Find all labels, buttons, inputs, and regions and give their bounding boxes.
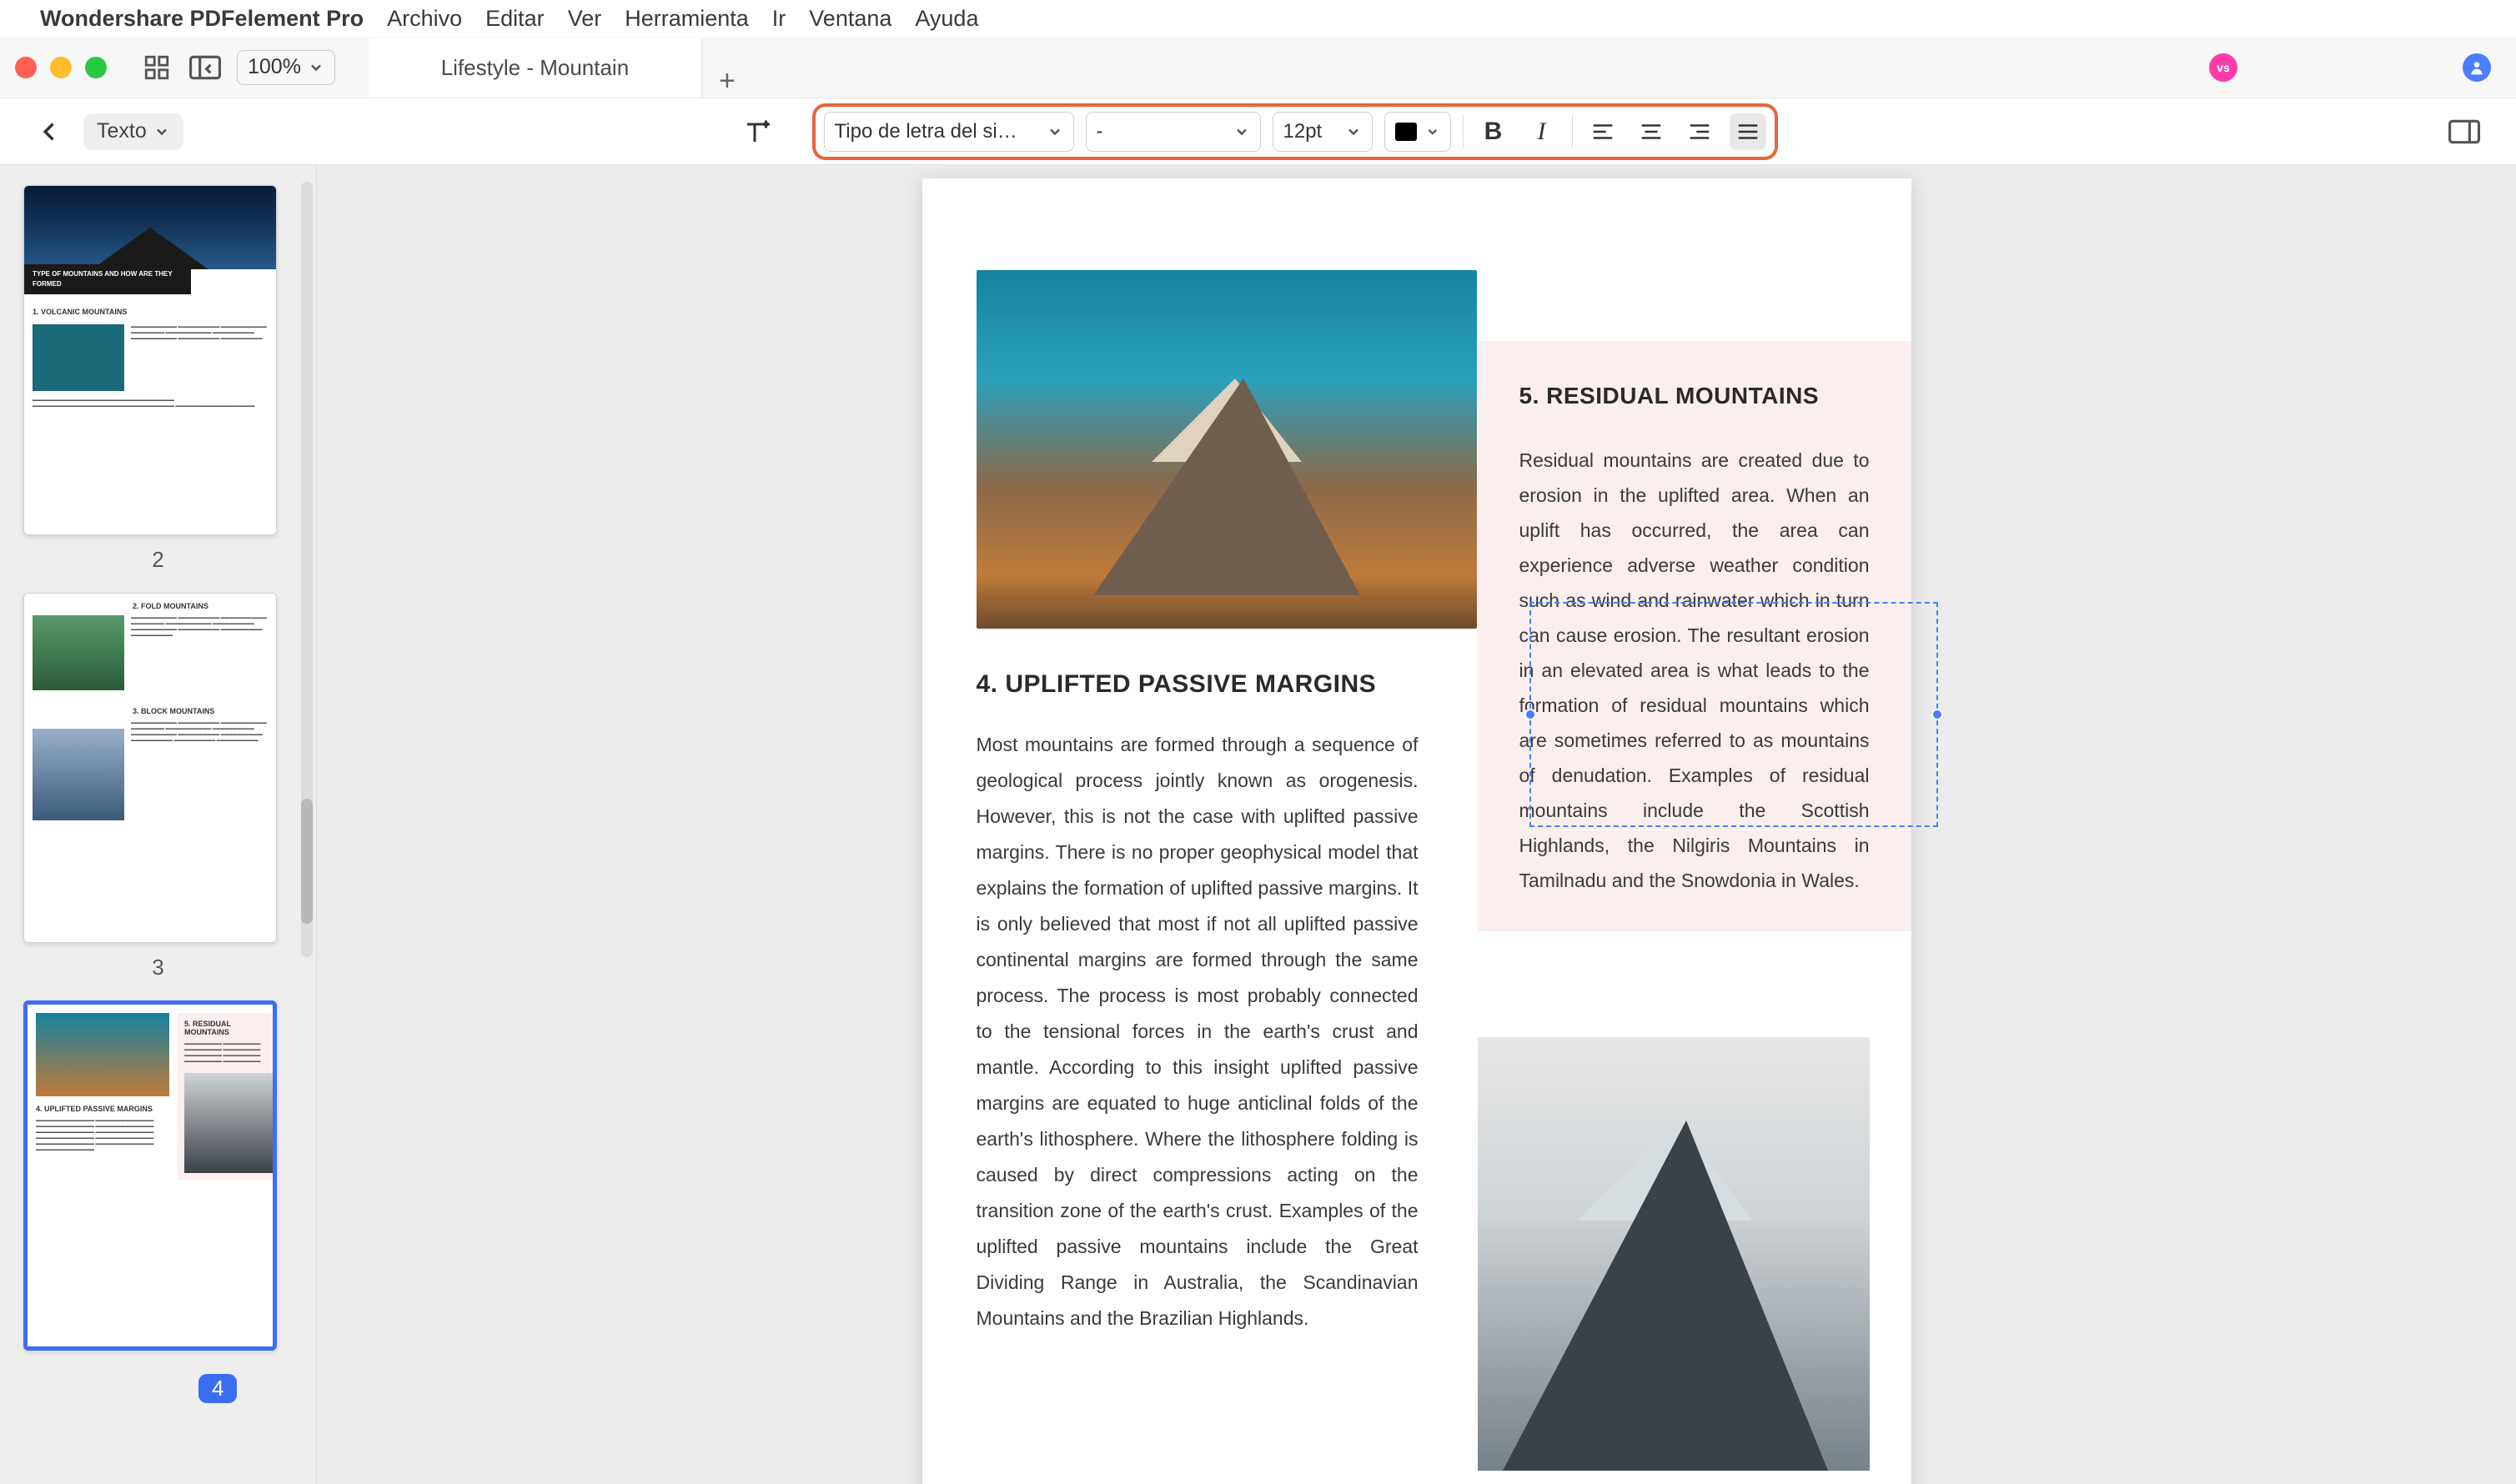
- thumb4-number: 4: [23, 1362, 293, 1403]
- document-tab[interactable]: Lifestyle - Mountain: [369, 38, 702, 98]
- thumb3-number: 3: [23, 955, 293, 980]
- section-4-body[interactable]: Most mountains are formed through a sequ…: [977, 727, 1419, 1336]
- menu-archivo[interactable]: Archivo: [387, 6, 462, 32]
- thumbnails-sidebar[interactable]: TYPE OF MOUNTAINS AND HOW ARE THEY FORME…: [0, 165, 317, 1484]
- menu-ayuda[interactable]: Ayuda: [915, 6, 978, 32]
- menu-ver[interactable]: Ver: [568, 6, 602, 32]
- font-color-swatch: [1395, 123, 1417, 141]
- edit-mode-label: Texto: [97, 119, 147, 143]
- menu-editar[interactable]: Editar: [485, 6, 545, 32]
- align-center-button[interactable]: [1633, 113, 1670, 150]
- window-titlebar: 100% Lifestyle - Mountain + vs: [0, 37, 2516, 98]
- font-size-dropdown[interactable]: 12pt: [1273, 112, 1373, 152]
- font-family-dropdown[interactable]: Tipo de letra del sist…: [824, 112, 1074, 152]
- document-canvas[interactable]: 4. UPLIFTED PASSIVE MARGINS Most mountai…: [317, 165, 2516, 1484]
- sidebar-scrollbar-thumb[interactable]: [301, 799, 313, 924]
- thumb2-banner: TYPE OF MOUNTAINS AND HOW ARE THEY FORME…: [24, 264, 191, 294]
- thumbnails-grid-icon[interactable]: [140, 53, 173, 82]
- app-name[interactable]: Wondershare PDFelement Pro: [40, 6, 364, 32]
- thumb2-number: 2: [23, 547, 293, 573]
- section-5-image: [1478, 1037, 1870, 1471]
- text-selection-box[interactable]: [1529, 602, 1938, 827]
- thumb4-section2: 5. RESIDUAL MOUNTAINS: [184, 1020, 271, 1036]
- font-style-dropdown[interactable]: -: [1086, 112, 1261, 152]
- sidebar-toggle-icon[interactable]: [188, 53, 222, 82]
- account-avatar-icon[interactable]: [2463, 53, 2491, 82]
- back-button[interactable]: [33, 115, 67, 148]
- font-family-value: Tipo de letra del sist…: [835, 120, 1027, 143]
- edit-mode-dropdown[interactable]: Texto: [83, 113, 183, 150]
- align-justify-button[interactable]: [1730, 113, 1766, 150]
- align-left-button[interactable]: [1584, 113, 1621, 150]
- zoom-level-dropdown[interactable]: 100%: [237, 50, 335, 85]
- promo-badge-icon[interactable]: vs: [2209, 53, 2237, 82]
- edit-toolbar: Texto Tipo de letra del sist… - 12pt: [0, 98, 2516, 165]
- selection-handle-right[interactable]: [1931, 709, 1943, 720]
- editor-body: TYPE OF MOUNTAINS AND HOW ARE THEY FORME…: [0, 165, 2516, 1484]
- new-tab-button[interactable]: +: [702, 65, 752, 98]
- zoom-value: 100%: [248, 55, 301, 79]
- zoom-window-button[interactable]: [85, 57, 107, 78]
- bold-button[interactable]: B: [1475, 113, 1512, 150]
- tab-title: Lifestyle - Mountain: [441, 55, 629, 81]
- page-thumbnail-4[interactable]: 4. UPLIFTED PASSIVE MARGINS ▬▬▬▬▬▬▬▬▬▬▬▬…: [23, 1000, 277, 1351]
- thumb3-section2: 3. BLOCK MOUNTAINS: [133, 707, 268, 715]
- menu-ir[interactable]: Ir: [772, 6, 786, 32]
- menu-herramienta[interactable]: Herramienta: [625, 6, 749, 32]
- menu-ventana[interactable]: Ventana: [809, 6, 891, 32]
- divider: [1463, 115, 1464, 148]
- font-color-dropdown[interactable]: [1384, 112, 1451, 152]
- thumb3-section1: 2. FOLD MOUNTAINS: [133, 602, 268, 610]
- divider: [1572, 115, 1573, 148]
- properties-panel-toggle-icon[interactable]: [2446, 113, 2483, 150]
- add-text-icon[interactable]: [739, 113, 776, 150]
- macos-menubar: Wondershare PDFelement Pro Archivo Edita…: [0, 0, 2516, 37]
- page-4[interactable]: 4. UPLIFTED PASSIVE MARGINS Most mountai…: [922, 178, 1911, 1484]
- hero-image: [977, 270, 1477, 629]
- italic-button[interactable]: I: [1524, 113, 1560, 150]
- section-4-heading[interactable]: 4. UPLIFTED PASSIVE MARGINS: [977, 670, 1419, 699]
- close-window-button[interactable]: [15, 57, 37, 78]
- section-5-heading[interactable]: 5. RESIDUAL MOUNTAINS: [1519, 383, 1870, 409]
- thumb4-section1: 4. UPLIFTED PASSIVE MARGINS: [36, 1105, 169, 1113]
- minimize-window-button[interactable]: [50, 57, 72, 78]
- page-thumbnail-2[interactable]: TYPE OF MOUNTAINS AND HOW ARE THEY FORME…: [23, 185, 277, 535]
- thumb2-section: 1. VOLCANIC MOUNTAINS: [33, 308, 268, 316]
- section-4-column: 4. UPLIFTED PASSIVE MARGINS Most mountai…: [977, 670, 1419, 1336]
- selection-handle-left[interactable]: [1524, 709, 1536, 720]
- font-style-value: -: [1097, 120, 1103, 143]
- text-format-group: Tipo de letra del sist… - 12pt B I: [812, 103, 1778, 160]
- window-controls: [0, 57, 107, 78]
- align-right-button[interactable]: [1681, 113, 1718, 150]
- page-thumbnail-3[interactable]: 2. FOLD MOUNTAINS ▬▬▬▬▬▬▬▬▬▬▬ ▬▬▬▬▬▬▬▬▬▬…: [23, 593, 277, 943]
- font-size-value: 12pt: [1283, 120, 1323, 143]
